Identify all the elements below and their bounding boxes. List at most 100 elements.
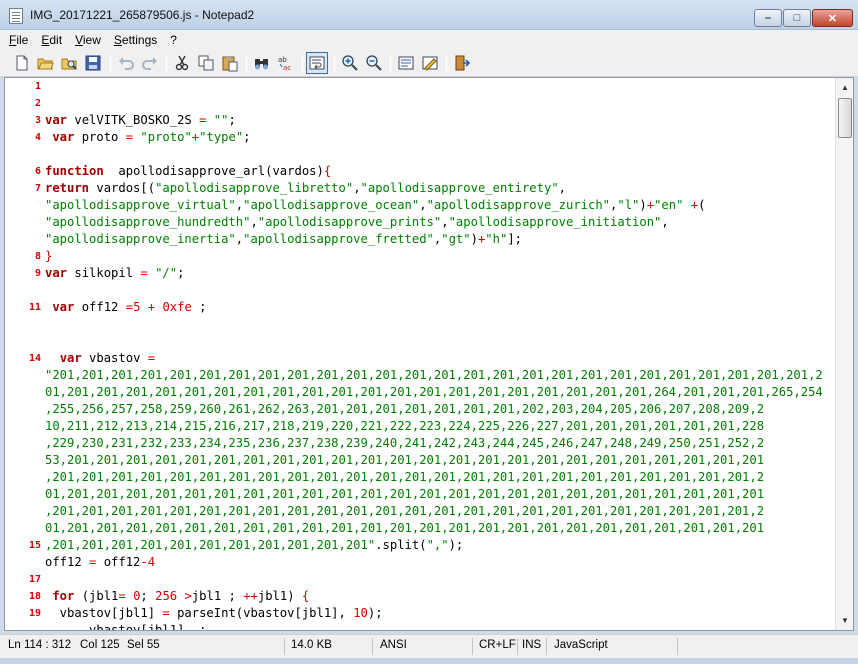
line-number: 18 [28, 591, 41, 602]
line-number-gutter: 1 2 3 4 6 7 8 9 11 14 15 17 18 19 [5, 78, 43, 630]
line-number: 1 [34, 81, 41, 92]
vertical-scrollbar[interactable]: ▲ ▼ [835, 78, 853, 630]
code-line[interactable]: var vbastov = [45, 350, 155, 367]
toolbar: ab ac [0, 50, 858, 77]
redo-icon[interactable] [141, 54, 159, 72]
status-bar: Ln 114 : 312 Col 125 Sel 55 14.0 KB ANSI… [0, 634, 858, 658]
scroll-up-arrow-icon[interactable]: ▲ [837, 79, 853, 96]
toolbar-separator [110, 55, 111, 72]
status-encoding[interactable]: ANSI [380, 639, 407, 651]
code-line[interactable]: off12 = off12-4 [45, 554, 155, 571]
code-line[interactable]: var velVITK_BOSKO_2S = ""; [45, 112, 236, 129]
code-line[interactable]: vbastov[jbl1] = parseInt(vbastov[jbl1], … [45, 605, 383, 622]
toolbar-separator [446, 55, 447, 72]
window-frame-bottom [0, 658, 858, 664]
status-position: Ln 114 : 312 [8, 639, 72, 651]
code-line[interactable]: 01,201,201,201,201,201,201,201,201,201,2… [45, 486, 764, 503]
close-button[interactable]: ✕ [812, 9, 853, 27]
cut-icon[interactable] [173, 54, 191, 72]
line-number: 11 [28, 302, 41, 313]
word-wrap-icon[interactable] [306, 52, 328, 74]
code-line[interactable]: return vardos[("apollodisapprove_librett… [45, 180, 566, 197]
minimize-button[interactable]: – [754, 9, 782, 27]
status-divider [677, 638, 678, 655]
status-selection: Sel 55 [127, 639, 160, 651]
code-line[interactable]: 10,211,212,213,214,215,216,217,218,219,2… [45, 418, 764, 435]
line-number: 8 [34, 251, 41, 262]
find-icon[interactable] [253, 54, 271, 72]
menu-file[interactable]: File [9, 33, 28, 47]
menu-edit[interactable]: Edit [41, 33, 62, 47]
status-divider [546, 638, 547, 655]
zoom-in-icon[interactable] [341, 54, 359, 72]
line-number: 6 [34, 166, 41, 177]
menu-view[interactable]: View [75, 33, 101, 47]
code-line[interactable]: } [45, 248, 52, 265]
code-line[interactable]: 53,201,201,201,201,201,201,201,201,201,2… [45, 452, 764, 469]
customize-icon[interactable] [421, 54, 439, 72]
code-line[interactable]: var silkopil = "/"; [45, 265, 184, 282]
line-number: 4 [34, 132, 41, 143]
copy-icon[interactable] [197, 54, 215, 72]
code-line[interactable]: ,201,201,201,201,201,201,201,201,201,201… [45, 469, 764, 486]
code-line[interactable]: 01,201,201,201,201,201,201,201,201,201,2… [45, 520, 764, 537]
status-divider [372, 638, 373, 655]
code-line[interactable]: ,201,201,201,201,201,201,201,201,201,201… [45, 503, 764, 520]
toolbar-separator [334, 55, 335, 72]
code-line[interactable]: "apollodisapprove_virtual","apollodisapp… [45, 197, 705, 214]
code-line[interactable]: 01,201,201,201,201,201,201,201,201,201,2… [45, 384, 823, 401]
code-line[interactable]: "201,201,201,201,201,201,201,201,201,201… [45, 367, 823, 384]
code-line[interactable]: var proto = "proto"+"type"; [45, 129, 250, 146]
code-line[interactable]: ,229,230,231,232,233,234,235,236,237,238… [45, 435, 764, 452]
code-line[interactable]: vbastov[jbl1]--; [45, 622, 206, 630]
status-lexer[interactable]: JavaScript [554, 639, 608, 651]
zoom-out-icon[interactable] [365, 54, 383, 72]
menu-help[interactable]: ? [170, 33, 177, 47]
status-divider [284, 638, 285, 655]
toolbar-separator [390, 55, 391, 72]
toolbar-separator [166, 55, 167, 72]
line-number: 19 [28, 608, 41, 619]
line-number: 3 [34, 115, 41, 126]
toolbar-separator [302, 55, 303, 72]
menu-bar: File Edit View Settings ? [0, 30, 858, 50]
line-number: 7 [34, 183, 41, 194]
line-number: 9 [34, 268, 41, 279]
paste-icon[interactable] [221, 54, 239, 72]
open-folder-icon[interactable] [36, 54, 54, 72]
toolbar-separator [246, 55, 247, 72]
code-line[interactable]: function apollodisapprove_arl(vardos){ [45, 163, 331, 180]
scrollbar-thumb[interactable] [838, 98, 852, 138]
window-title: IMG_20171221_265879506.js - Notepad2 [30, 8, 255, 22]
replace-icon[interactable]: ab ac [277, 54, 295, 72]
menu-settings[interactable]: Settings [114, 33, 157, 47]
svg-text:ab: ab [278, 56, 287, 64]
line-number: 17 [28, 574, 41, 585]
code-line[interactable]: ,255,256,257,258,259,260,261,262,263,201… [45, 401, 764, 418]
title-bar: IMG_20171221_265879506.js - Notepad2 – □… [0, 0, 858, 30]
status-file-size: 14.0 KB [291, 639, 332, 651]
line-number: 14 [28, 353, 41, 364]
svg-text:ac: ac [283, 64, 291, 72]
editor-area[interactable]: 1 2 3 4 6 7 8 9 11 14 15 17 18 19 var velVITK_BOSKO_2… [4, 77, 854, 631]
scheme-icon[interactable] [397, 54, 415, 72]
new-file-icon[interactable] [13, 54, 31, 72]
status-divider [472, 638, 473, 655]
undo-icon[interactable] [117, 54, 135, 72]
browse-icon[interactable] [60, 54, 78, 72]
notepad-app-icon [9, 8, 23, 24]
exit-icon[interactable] [453, 54, 471, 72]
maximize-button[interactable]: □ [783, 9, 811, 27]
code-line[interactable]: "apollodisapprove_hundredth","apollodisa… [45, 214, 669, 231]
status-column: Col 125 [80, 639, 120, 651]
code-line[interactable]: ,201,201,201,201,201,201,201,201,201,201… [45, 537, 463, 554]
line-number: 2 [34, 98, 41, 109]
save-icon[interactable] [84, 54, 102, 72]
code-line[interactable]: "apollodisapprove_inertia","apollodisapp… [45, 231, 522, 248]
code-line[interactable]: for (jbl1= 0; 256 >jbl1 ; ++jbl1) { [45, 588, 309, 605]
scroll-down-arrow-icon[interactable]: ▼ [837, 612, 853, 629]
code-line[interactable]: var off12 =5 + 0xfe ; [45, 299, 206, 316]
status-line-ending[interactable]: CR+LF [479, 639, 516, 651]
code-view[interactable]: var velVITK_BOSKO_2S = ""; var proto = "… [45, 78, 835, 630]
status-insert-mode[interactable]: INS [522, 639, 541, 651]
